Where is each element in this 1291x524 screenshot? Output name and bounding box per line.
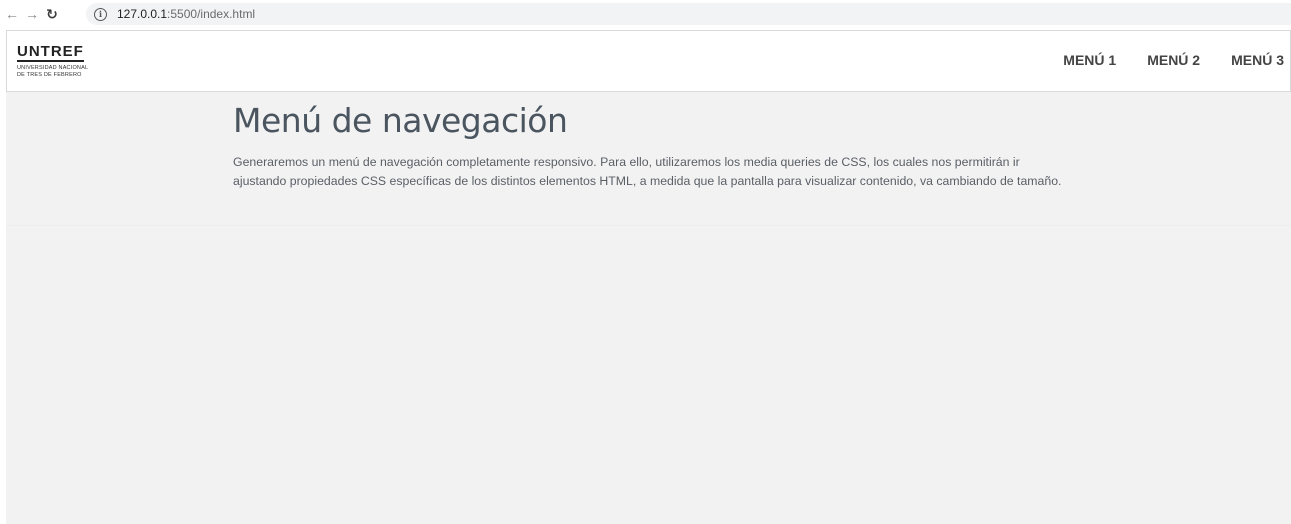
browser-toolbar: ← → ↻ i 127.0.0.1:5500/index.html [0, 0, 1291, 28]
arrow-left-icon[interactable]: ← [2, 4, 22, 24]
menu-item-2[interactable]: MENÚ 2 [1147, 52, 1200, 68]
url-path: :5500/index.html [167, 7, 256, 21]
page-title: Menú de navegación [233, 101, 568, 140]
url-host: 127.0.0.1 [117, 7, 168, 21]
menu-item-1[interactable]: MENÚ 1 [1063, 52, 1116, 68]
intro-line-1: Generaremos un menú de navegación comple… [233, 155, 1020, 169]
logo-subtitle: UNIVERSIDAD NACIONAL DE TRES DE FEBRERO [17, 65, 88, 79]
menu-item-3[interactable]: MENÚ 3 [1231, 52, 1284, 68]
info-icon[interactable]: i [94, 7, 107, 21]
address-bar[interactable]: i 127.0.0.1:5500/index.html [86, 3, 1291, 25]
logo-wordmark: UNTREF [17, 43, 84, 62]
arrow-right-icon[interactable]: → [22, 4, 42, 24]
site-logo[interactable]: UNTREF UNIVERSIDAD NACIONAL DE TRES DE F… [17, 43, 88, 79]
intro-line-2: ajustando propiedades CSS específicas de… [233, 174, 1062, 188]
reload-icon[interactable]: ↻ [42, 4, 62, 24]
page-viewport: UNTREF UNIVERSIDAD NACIONAL DE TRES DE F… [6, 30, 1291, 524]
intro-paragraph: Generaremos un menú de navegación comple… [233, 153, 1093, 191]
url-text[interactable]: 127.0.0.1:5500/index.html [117, 7, 255, 21]
main-menu: MENÚ 1 MENÚ 2 MENÚ 3 [1032, 52, 1284, 68]
main-content: Menú de navegación Generaremos un menú d… [233, 101, 1093, 191]
site-header: UNTREF UNIVERSIDAD NACIONAL DE TRES DE F… [6, 30, 1291, 92]
content-divider [6, 225, 1291, 226]
logo-subtitle-line2: DE TRES DE FEBRERO [17, 72, 82, 78]
logo-subtitle-line1: UNIVERSIDAD NACIONAL [17, 65, 89, 71]
